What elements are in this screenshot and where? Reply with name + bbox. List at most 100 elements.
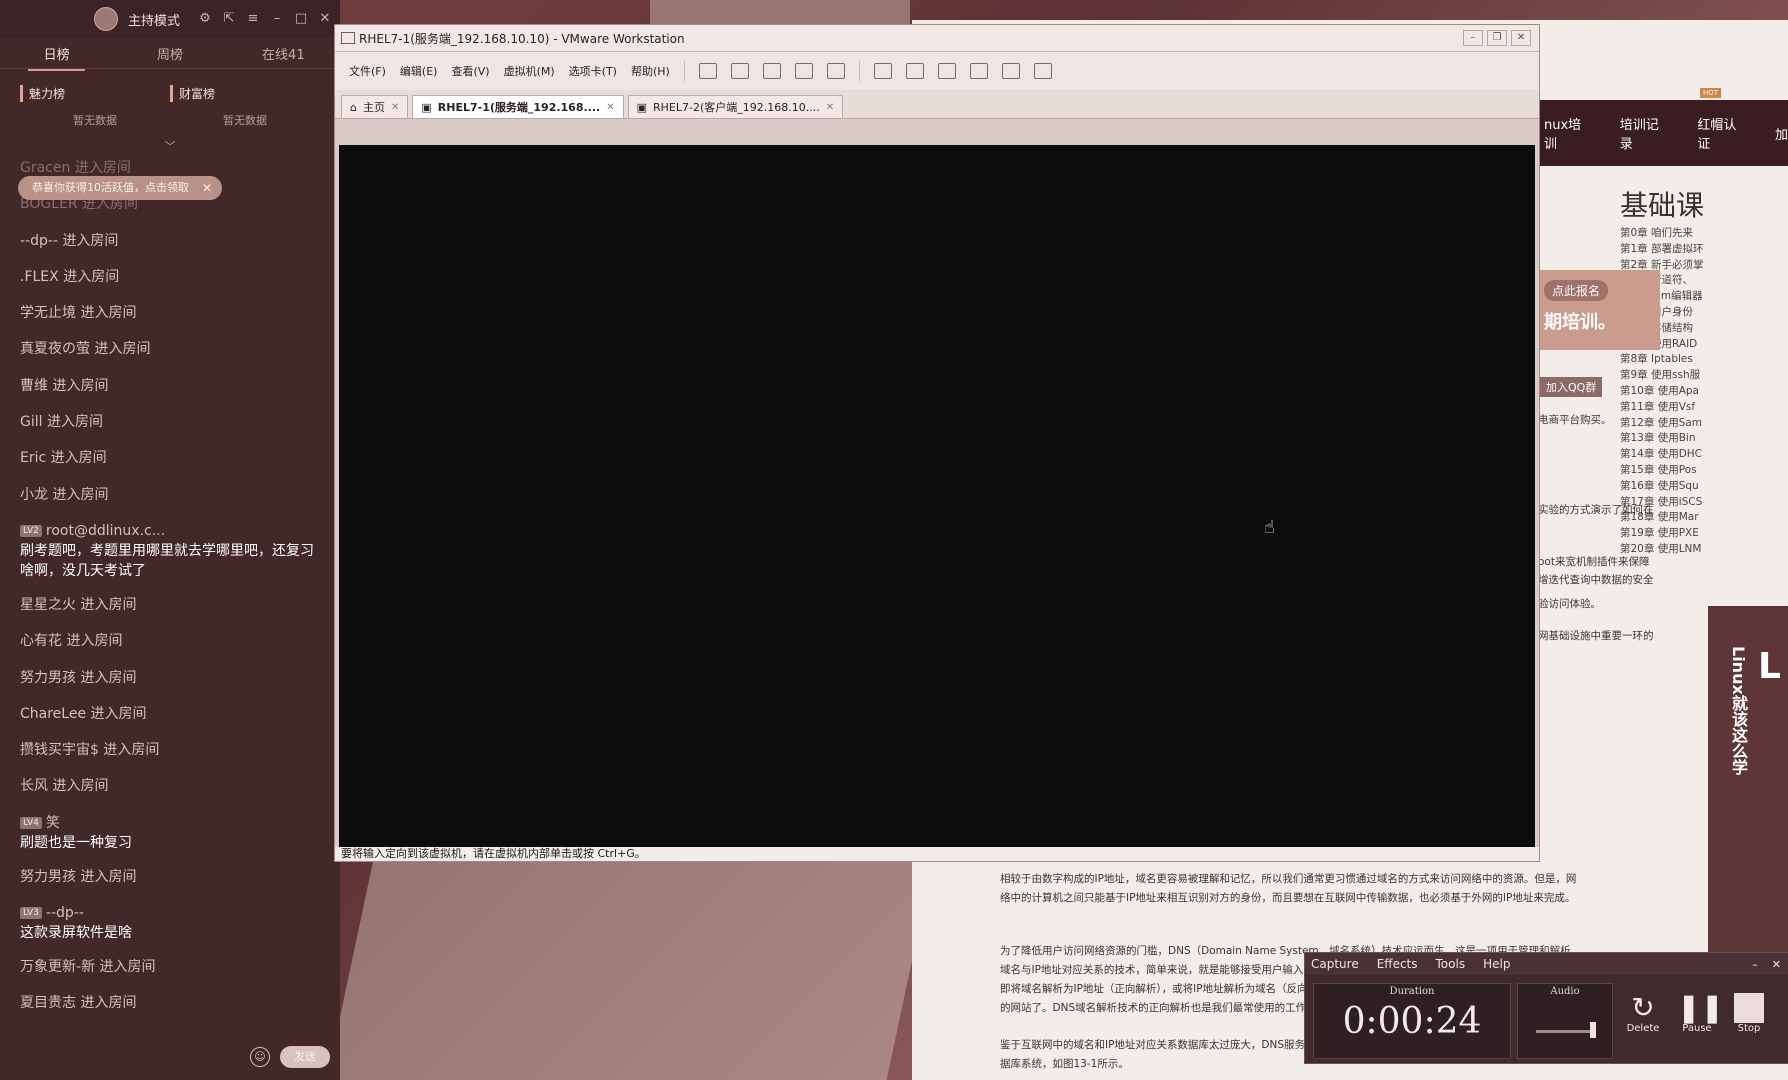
minimize-icon[interactable]: – — [270, 12, 284, 26]
user-name[interactable]: 星星之火 — [20, 597, 76, 613]
close-icon[interactable]: ✕ — [1772, 958, 1781, 971]
settings-icon[interactable]: ⚙ — [198, 12, 212, 26]
user-name[interactable]: 万象更新-新 — [20, 959, 95, 975]
chapter-link[interactable]: 第8章 Iptables — [1620, 352, 1704, 368]
user-name[interactable]: 夏目贵志 — [20, 995, 76, 1011]
stop-button[interactable]: Stop — [1729, 993, 1769, 1034]
menu-view[interactable]: 查看(V) — [451, 63, 489, 79]
close-icon[interactable]: ✕ — [202, 176, 212, 200]
hot-badge: HOT — [1700, 88, 1722, 98]
menu-help[interactable]: Help — [1483, 957, 1510, 971]
menu-file[interactable]: 文件(F) — [349, 63, 386, 79]
chapter-link[interactable]: 第12章 使用Sam — [1620, 416, 1704, 432]
menu-tabs[interactable]: 选项卡(T) — [569, 63, 617, 79]
menu-help[interactable]: 帮助(H) — [631, 63, 670, 79]
delete-button[interactable]: ↻ Delete — [1623, 993, 1663, 1035]
user-name[interactable]: ChareLee — [20, 706, 86, 722]
tab-online[interactable]: 在线41 — [227, 44, 340, 63]
message-user[interactable]: LV3 --dp-- — [20, 903, 320, 923]
user-name[interactable]: 小龙 — [20, 487, 48, 503]
banner-text: 期培训。 — [1544, 312, 1616, 333]
chapter-link[interactable]: 第19章 使用PXE — [1620, 526, 1704, 542]
nav-item[interactable]: nux培训 — [1544, 114, 1594, 152]
host-avatar[interactable] — [93, 7, 118, 31]
user-name[interactable]: 长风 — [20, 778, 48, 794]
thumbnail-bar-icon[interactable] — [905, 63, 924, 79]
tab-rhel7-1[interactable]: ▣ RHEL7-1(服务端_192.168.... ✕ — [412, 95, 624, 118]
charm-rank-title: 魅力榜 — [20, 85, 170, 102]
chapter-link[interactable]: 第11章 使用Vsf — [1620, 400, 1704, 416]
chapter-link[interactable]: 第1章 部署虚拟环 — [1620, 242, 1704, 258]
tab-home[interactable]: ⌂ 主页 ✕ — [341, 95, 409, 118]
user-name[interactable]: 努力男孩 — [20, 670, 76, 686]
emoji-icon[interactable]: ☺ — [250, 1047, 270, 1067]
user-name[interactable]: 曹维 — [20, 378, 48, 394]
minimize-icon[interactable]: – — [1752, 958, 1758, 971]
tab-weekly[interactable]: 周榜 — [113, 44, 226, 63]
signup-button[interactable]: 点此报名 — [1544, 280, 1609, 301]
user-name[interactable]: Gracen — [20, 160, 70, 176]
menu-icon[interactable]: ≡ — [246, 12, 260, 26]
popout-icon[interactable]: ⇱ — [222, 12, 236, 26]
send-button[interactable]: 发送 — [280, 1046, 330, 1068]
enter-room-action: 进入房间 — [80, 305, 137, 322]
reward-notice[interactable]: 恭喜你获得10活跃值，点击领取 ✕ — [18, 176, 222, 200]
snapshot-icon[interactable] — [762, 63, 781, 79]
close-icon[interactable]: ✕ — [318, 12, 332, 26]
join-qq-button[interactable]: 加入QQ群 — [1540, 377, 1603, 397]
stretch-view-icon[interactable] — [1033, 63, 1052, 79]
user-name[interactable]: --dp-- — [20, 233, 58, 249]
host-mode-label: 主持模式 — [127, 13, 180, 29]
console-view-icon[interactable] — [1001, 63, 1020, 79]
nav-item[interactable]: 加 — [1775, 124, 1788, 143]
chapter-link[interactable]: 第16章 使用Squ — [1620, 479, 1704, 495]
revert-snapshot-icon[interactable] — [794, 63, 813, 79]
close-icon[interactable]: ✕ — [826, 102, 834, 113]
user-name[interactable]: 学无止境 — [20, 305, 76, 321]
signup-banner[interactable]: 点此报名 期培训。 — [1536, 270, 1660, 350]
suspend-icon[interactable] — [698, 63, 717, 79]
recorder-menubar: Capture Effects Tools Help – ✕ — [1305, 953, 1788, 975]
message-user[interactable]: LV2 root@ddlinux.c... — [20, 521, 320, 541]
user-name[interactable]: 真夏夜の萤 — [20, 341, 90, 357]
enter-room-message: 星星之火 进入房间 — [0, 587, 340, 623]
reward-notice-text: 恭喜你获得10活跃值，点击领取 — [32, 181, 189, 194]
user-name[interactable]: 努力男孩 — [20, 869, 76, 885]
close-icon[interactable]: ✕ — [1511, 30, 1531, 46]
nav-item[interactable]: 红帽认证 — [1697, 114, 1749, 152]
unity-icon[interactable] — [969, 63, 988, 79]
vm-console-screen[interactable]: ☝ — [339, 145, 1535, 860]
minimize-icon[interactable]: – — [1463, 30, 1483, 46]
menu-effects[interactable]: Effects — [1377, 957, 1418, 971]
tab-daily[interactable]: 日榜 — [0, 44, 113, 71]
menu-edit[interactable]: 编辑(E) — [400, 63, 438, 79]
nav-item[interactable]: 培训记录 — [1620, 114, 1672, 152]
tab-rhel7-2[interactable]: ▣ RHEL7-2(客户端_192.168.10.... ✕ — [627, 95, 844, 118]
user-name[interactable]: Gill — [20, 414, 43, 430]
user-name[interactable]: 心有花 — [20, 633, 62, 649]
restore-icon[interactable]: ❐ — [1487, 30, 1507, 46]
user-name[interactable]: .FLEX — [20, 269, 59, 285]
pause-button[interactable]: ❚❚ Pause — [1677, 993, 1724, 1035]
chapter-link[interactable]: 第13章 使用Bin — [1620, 431, 1704, 447]
book-cover[interactable]: Linux就该这么学 L — [1708, 606, 1788, 966]
snapshot-manager-icon[interactable] — [826, 63, 845, 79]
chapter-link[interactable]: 第14章 使用DHC — [1620, 447, 1704, 463]
maximize-icon[interactable]: □ — [294, 12, 308, 26]
message-user[interactable]: LV4 笑 — [20, 813, 320, 833]
audio-level-slider[interactable] — [1590, 1022, 1596, 1038]
menu-capture[interactable]: Capture — [1311, 957, 1359, 971]
close-icon[interactable]: ✕ — [606, 102, 614, 113]
chapter-link[interactable]: 第9章 使用ssh服 — [1620, 368, 1704, 384]
chapter-link[interactable]: 第0章 咱们先来 — [1620, 226, 1704, 242]
user-name[interactable]: Eric — [20, 450, 46, 466]
chapter-link[interactable]: 第10章 使用Apa — [1620, 384, 1704, 400]
fullscreen-icon[interactable] — [937, 63, 956, 79]
library-icon[interactable] — [873, 63, 892, 79]
send-ctrl-alt-del-icon[interactable] — [730, 63, 749, 79]
menu-vm[interactable]: 虚拟机(M) — [504, 63, 555, 79]
user-name[interactable]: 攒钱买宇宙$ — [20, 742, 99, 758]
close-icon[interactable]: ✕ — [391, 102, 399, 113]
menu-tools[interactable]: Tools — [1436, 957, 1466, 971]
chapter-link[interactable]: 第15章 使用Pos — [1620, 463, 1704, 479]
